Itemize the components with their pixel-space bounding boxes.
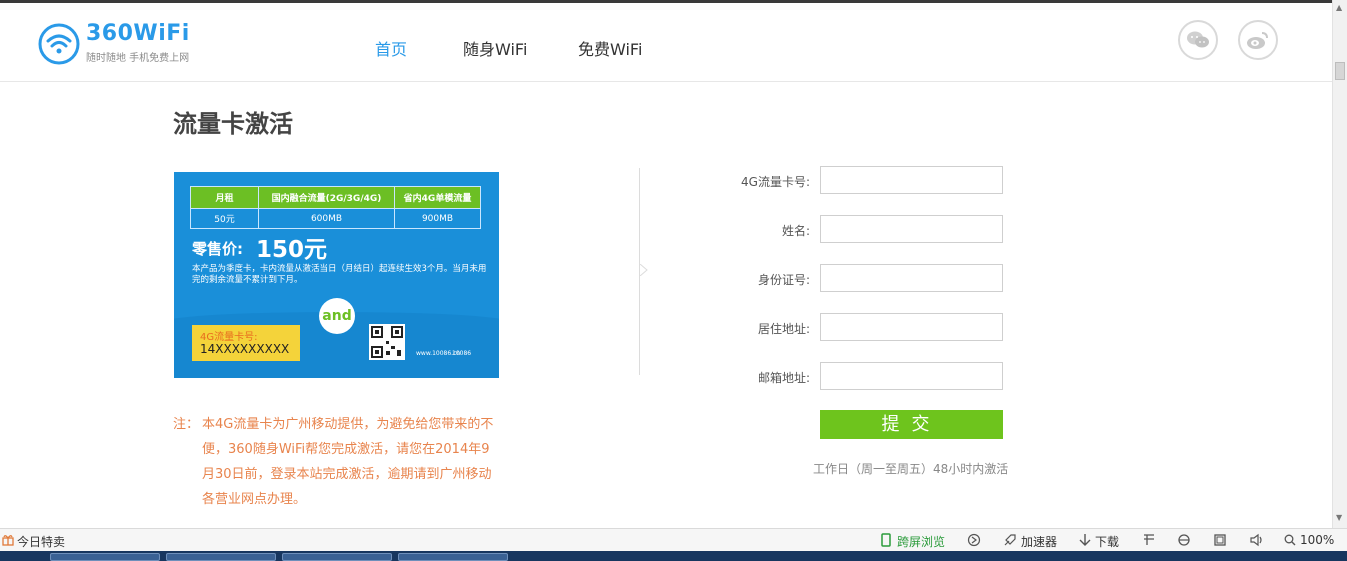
weibo-icon [1247,32,1268,49]
scroll-thumb[interactable] [1335,62,1345,80]
card-header-national: 国内融合流量(2G/3G/4G) [258,186,395,209]
submit-button[interactable]: 提交 [820,410,1003,439]
divider-arrow-icon [640,264,648,276]
card-value-province: 900MB [394,208,481,229]
logo-title: 360WiFi [86,21,190,46]
card-number-input[interactable] [820,166,1003,194]
ie-icon[interactable] [1177,533,1191,547]
taskbar-button[interactable] [398,553,508,561]
os-taskbar [0,551,1347,561]
taskbar-button[interactable] [166,553,276,561]
notice-head: 注： [173,417,200,432]
qr-code-icon [369,324,405,360]
email-input[interactable] [820,362,1003,390]
flow-card-image: 月租 国内融合流量(2G/3G/4G) 省内4G单模流量 50元 600MB 9… [174,172,499,378]
card-site-2: 10086 [452,350,472,357]
card-header-rent: 月租 [190,186,259,209]
cross-screen-button[interactable]: 跨屏浏览 [897,533,945,550]
card-number-box: 4G流量卡号: 14XXXXXXXXX [192,325,300,361]
window-icon[interactable] [1213,533,1227,547]
scroll-down-icon[interactable]: ▼ [1336,514,1344,522]
wifi-logo-icon [38,23,80,65]
label-card-number: 4G流量卡号: [741,175,810,189]
card-number: 14XXXXXXXXX [200,342,290,356]
gift-icon [2,535,14,546]
accelerator-button[interactable]: 加速器 [1021,533,1057,550]
taskbar-button[interactable] [50,553,160,561]
phone-icon [881,533,891,547]
browser-statusbar: 今日特卖 跨屏浏览 加速器 下载 100% [0,528,1347,551]
nav-free-wifi[interactable]: 免费WiFi [578,36,642,60]
wechat-button[interactable] [1178,20,1218,60]
refresh-icon[interactable] [967,533,981,547]
weibo-button[interactable] [1238,20,1278,60]
nav-portable-wifi[interactable]: 随身WiFi [463,36,527,60]
today-sale-link[interactable]: 今日特卖 [17,533,65,550]
address-input[interactable] [820,313,1003,341]
label-name: 姓名: [781,224,810,238]
and-logo-icon: and [319,298,355,334]
download-button[interactable]: 下载 [1095,533,1119,550]
card-value-national: 600MB [258,208,395,229]
site-header: 360WiFi 随时随地 手机免费上网 首页 随身WiFi 免费WiFi [0,3,1332,82]
download-icon [1079,534,1091,546]
taskbar-button[interactable] [282,553,392,561]
card-value-rent: 50元 [190,208,259,229]
zoom-icon [1284,534,1296,546]
logo-subtitle: 随时随地 手机免费上网 [86,53,190,64]
card-number-label: 4G流量卡号: [200,332,258,343]
zoom-level[interactable]: 100% [1300,533,1334,547]
menu-grid-icon[interactable] [1142,533,1156,547]
card-table: 月租 国内融合流量(2G/3G/4G) 省内4G单模流量 50元 600MB 9… [190,186,481,229]
page-title: 流量卡激活 [173,110,293,138]
card-header-province: 省内4G单模流量 [394,186,481,209]
label-email: 邮箱地址: [757,371,810,385]
activation-hint: 工作日（周一至周五）48小时内激活 [813,462,1009,476]
name-input[interactable] [820,215,1003,243]
vertical-scrollbar[interactable]: ▲ ▼ [1332,0,1347,528]
price-label: 零售价: [192,240,243,258]
scroll-up-icon[interactable]: ▲ [1336,4,1344,12]
nav-home[interactable]: 首页 [375,36,407,60]
label-id-number: 身份证号: [757,273,810,287]
card-note: 本产品为季度卡，卡内流量从激活当日（月结日）起连续生效3个月。当月未用完的剩余流… [192,264,487,285]
rocket-icon [1004,534,1016,546]
volume-icon[interactable] [1249,533,1265,547]
site-logo[interactable]: 360WiFi 随时随地 手机免费上网 [38,21,218,67]
price-value: 150元 [256,237,328,263]
id-number-input[interactable] [820,264,1003,292]
wechat-icon [1187,31,1209,48]
notice-body: 本4G流量卡为广州移动提供，为避免给您带来的不便，360随身WiFi帮您完成激活… [202,417,494,507]
label-address: 居住地址: [757,322,810,336]
